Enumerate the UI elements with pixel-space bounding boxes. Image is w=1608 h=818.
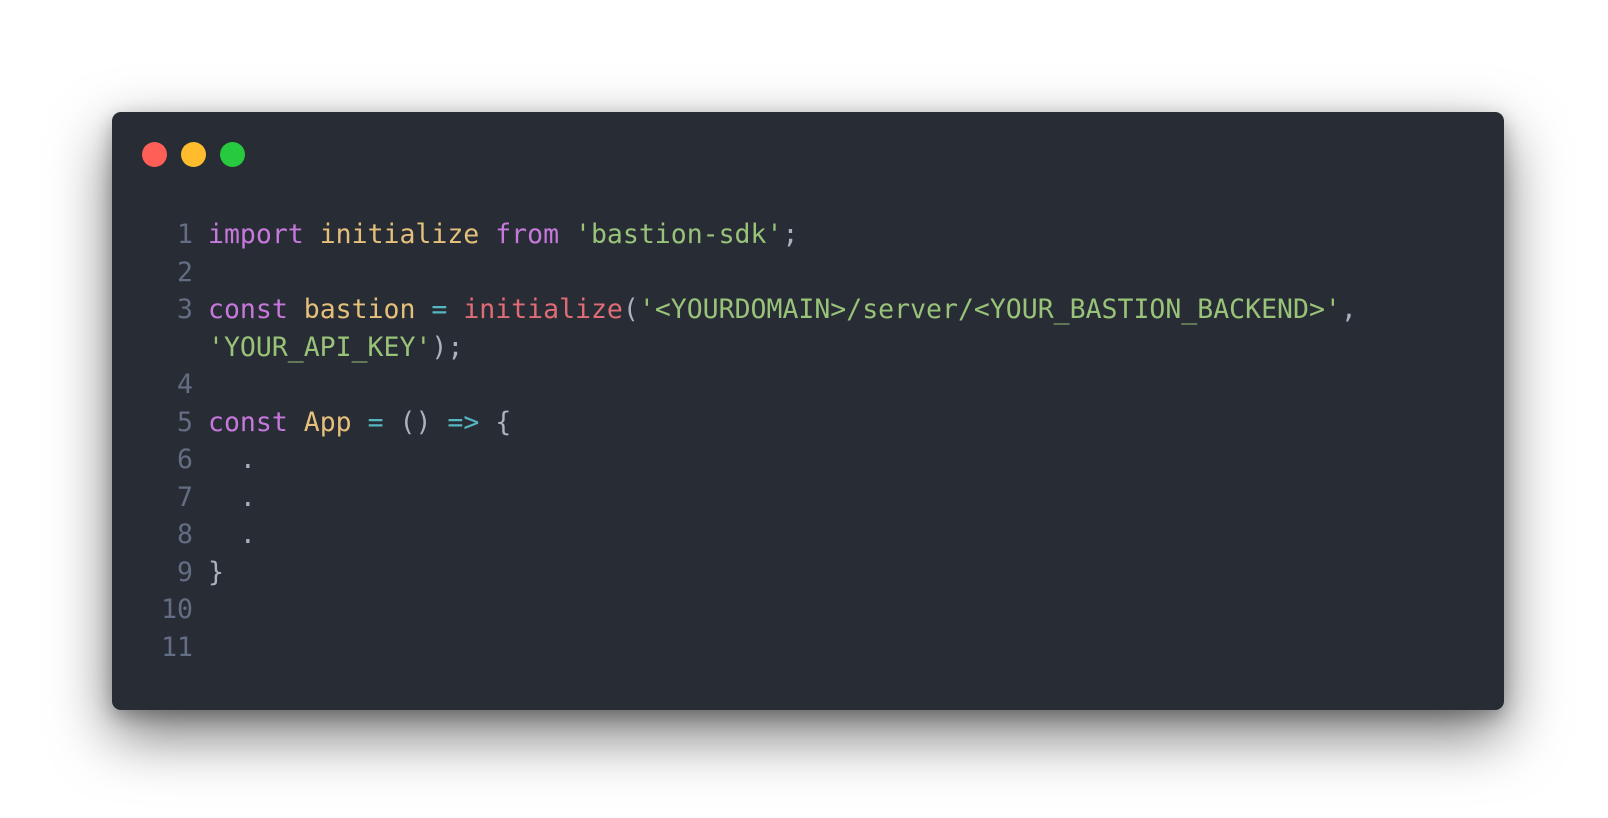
- line-content: .: [208, 441, 256, 479]
- code-token: .: [208, 444, 256, 475]
- code-line: 10: [112, 591, 1504, 629]
- code-token: =>: [447, 406, 480, 438]
- code-token: =: [431, 294, 448, 325]
- code-token: ,: [1340, 294, 1357, 325]
- line-number: 4: [177, 369, 193, 400]
- line-content: import initialize from 'bastion-sdk';: [208, 216, 798, 254]
- line-content: }: [208, 554, 224, 592]
- code-line-wrap: 'YOUR_API_KEY');: [112, 329, 1504, 367]
- code-line: 9}: [112, 554, 1504, 592]
- code-token: 'bastion-sdk': [575, 219, 783, 250]
- line-content: .: [208, 479, 256, 517]
- code-line: 4: [112, 366, 1504, 404]
- minimize-button[interactable]: [181, 142, 206, 167]
- code-token: (): [399, 406, 432, 438]
- code-block: 1 import initialize from 'bastion-sdk'; 2 3…: [112, 216, 1504, 666]
- code-token: ;: [782, 219, 799, 250]
- code-token: =: [367, 406, 384, 438]
- code-token: from: [495, 219, 560, 250]
- code-line: 1 import initialize from 'bastion-sdk';: [112, 216, 1504, 254]
- code-token: App: [303, 406, 352, 438]
- code-token: }: [208, 556, 224, 588]
- close-button[interactable]: [142, 142, 167, 167]
- line-content: const App = () => {: [208, 404, 511, 442]
- code-token: );: [431, 331, 464, 363]
- code-token: .: [208, 519, 256, 550]
- line-number: 7: [177, 481, 193, 513]
- code-token: bastion: [303, 294, 416, 325]
- code-token: import: [208, 219, 304, 250]
- code-token: {: [495, 406, 512, 438]
- code-token: .: [208, 481, 256, 513]
- line-number: 6: [177, 444, 193, 475]
- line-number: 8: [177, 519, 193, 550]
- code-token: (: [622, 294, 639, 325]
- line-number: 2: [177, 256, 193, 288]
- code-token: const: [208, 406, 288, 438]
- line-content: .: [208, 516, 256, 554]
- code-line: 11: [112, 629, 1504, 667]
- line-number: 5: [177, 406, 193, 438]
- code-line: 3 const bastion = initialize('<YOURDOMAIN…: [112, 291, 1504, 329]
- zoom-button[interactable]: [220, 142, 245, 167]
- window-controls: [142, 142, 245, 168]
- line-number: 9: [177, 556, 193, 588]
- code-line: 2: [112, 254, 1504, 292]
- line-number: 11: [161, 631, 193, 663]
- code-window: 1 import initialize from 'bastion-sdk'; 2 3…: [112, 112, 1504, 710]
- code-line: 5 const App = () => {: [112, 404, 1504, 442]
- line-number: 10: [161, 594, 193, 625]
- code-token: '<YOURDOMAIN>/server/<YOUR_BASTION_BACKE…: [638, 294, 1341, 325]
- code-line: 8 .: [112, 516, 1504, 554]
- code-line: 6 .: [112, 441, 1504, 479]
- line-number: 3: [177, 294, 193, 325]
- line-number: 1: [177, 219, 193, 250]
- code-token: initialize: [463, 294, 623, 325]
- line-content: const bastion = initialize('<YOURDOMAIN>…: [208, 291, 1357, 329]
- code-token: initialize: [319, 219, 480, 250]
- code-line: 7 .: [112, 479, 1504, 517]
- code-token: 'YOUR_API_KEY': [208, 331, 432, 363]
- code-token: const: [208, 294, 288, 325]
